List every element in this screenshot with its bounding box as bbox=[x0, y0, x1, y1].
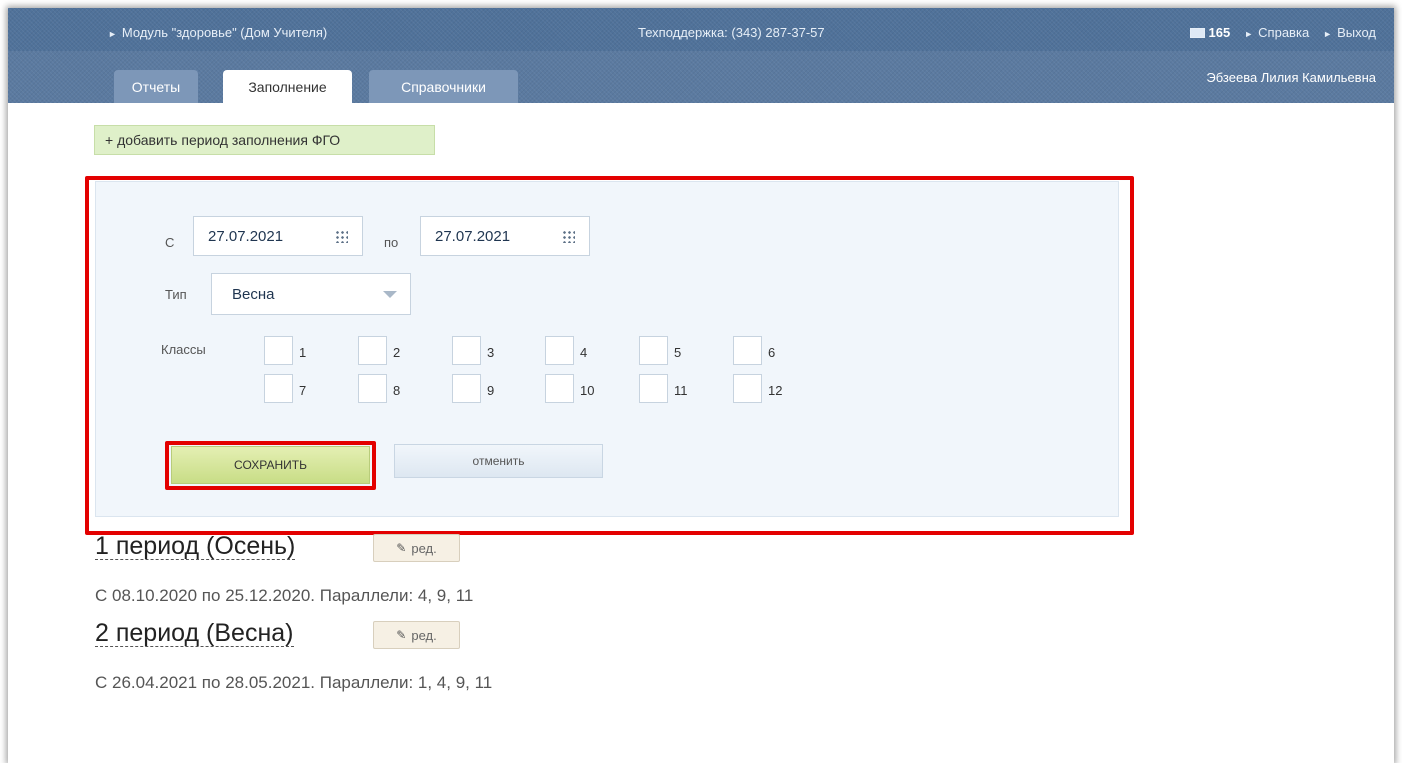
period-description-1: С 08.10.2020 по 25.12.2020. Параллели: 4… bbox=[95, 586, 474, 605]
class-label-3: 3 bbox=[487, 345, 495, 360]
envelope-icon bbox=[1189, 28, 1205, 38]
class-checkbox-7[interactable] bbox=[264, 374, 293, 403]
period-title-2[interactable]: 2 период (Весна) bbox=[95, 620, 294, 647]
messages-link[interactable]: 165 bbox=[1189, 25, 1231, 40]
class-label-9: 9 bbox=[487, 383, 495, 398]
class-checkbox-5[interactable] bbox=[639, 336, 668, 365]
class-label-5: 5 bbox=[674, 345, 682, 360]
class-checkbox-1[interactable] bbox=[264, 336, 293, 365]
pencil-icon: ✎ bbox=[396, 628, 407, 642]
user-name[interactable]: Эбзеева Лилия Камильевна bbox=[1206, 70, 1376, 85]
class-checkbox-10[interactable] bbox=[545, 374, 574, 403]
module-label: Модуль "здоровье" (Дом Учителя) bbox=[121, 25, 328, 40]
class-label-7: 7 bbox=[299, 383, 307, 398]
classes-label: Классы bbox=[161, 342, 206, 357]
class-checkbox-9[interactable] bbox=[452, 374, 481, 403]
class-checkbox-2[interactable] bbox=[358, 336, 387, 365]
calendar-icon[interactable] bbox=[562, 230, 575, 243]
add-period-button[interactable]: + добавить период заполнения ФГО bbox=[94, 125, 435, 155]
from-date-value: 27.07.2021 bbox=[208, 227, 284, 245]
tab-references[interactable]: Справочники bbox=[369, 70, 518, 103]
class-checkbox-8[interactable] bbox=[358, 374, 387, 403]
type-select[interactable]: Весна bbox=[211, 273, 411, 315]
class-label-1: 1 bbox=[299, 345, 307, 360]
class-checkbox-6[interactable] bbox=[733, 336, 762, 365]
logout-link[interactable]: ► Выход bbox=[1323, 25, 1376, 40]
pencil-icon: ✎ bbox=[396, 541, 407, 555]
edit-label: ред. bbox=[411, 627, 437, 643]
calendar-icon[interactable] bbox=[335, 230, 348, 243]
edit-period-button-2[interactable]: ✎ ред. bbox=[373, 621, 460, 649]
help-label: Справка bbox=[1258, 25, 1310, 40]
module-link[interactable]: ► Модуль "здоровье" (Дом Учителя) bbox=[108, 25, 327, 40]
edit-label: ред. bbox=[411, 540, 437, 556]
class-checkbox-11[interactable] bbox=[639, 374, 668, 403]
cancel-button[interactable]: отменить bbox=[394, 444, 603, 478]
type-label: Тип bbox=[165, 287, 187, 302]
type-value: Весна bbox=[232, 285, 275, 303]
app-window: ► Модуль "здоровье" (Дом Учителя) Техподд… bbox=[8, 8, 1394, 763]
class-label-12: 12 bbox=[768, 383, 783, 398]
chevron-down-icon bbox=[383, 291, 397, 298]
save-button[interactable]: СОХРАНИТЬ bbox=[171, 446, 370, 484]
support-phone: Техподдержка: (343) 287-37-57 bbox=[638, 25, 825, 40]
to-date-value: 27.07.2021 bbox=[435, 227, 511, 245]
class-checkbox-4[interactable] bbox=[545, 336, 574, 365]
to-date-input[interactable]: 27.07.2021 bbox=[420, 216, 590, 256]
edit-period-button-1[interactable]: ✎ ред. bbox=[373, 534, 460, 562]
tab-bar bbox=[8, 51, 1394, 103]
triangle-right-icon: ► bbox=[1323, 29, 1333, 39]
help-link[interactable]: ► Справка bbox=[1244, 25, 1309, 40]
from-date-input[interactable]: 27.07.2021 bbox=[193, 216, 363, 256]
triangle-right-icon: ► bbox=[1244, 29, 1254, 39]
class-checkbox-3[interactable] bbox=[452, 336, 481, 365]
tab-filling[interactable]: Заполнение bbox=[223, 70, 352, 103]
logout-label: Выход bbox=[1337, 25, 1376, 40]
top-right-links: 165 ► Справка ► Выход bbox=[1189, 25, 1376, 40]
message-count: 165 bbox=[1208, 25, 1231, 40]
to-label: по bbox=[384, 235, 399, 250]
class-label-4: 4 bbox=[580, 345, 588, 360]
class-checkbox-12[interactable] bbox=[733, 374, 762, 403]
class-label-6: 6 bbox=[768, 345, 776, 360]
period-title-1[interactable]: 1 период (Осень) bbox=[95, 533, 296, 560]
class-label-11: 11 bbox=[674, 383, 688, 398]
triangle-right-icon: ► bbox=[108, 29, 117, 39]
tab-reports[interactable]: Отчеты bbox=[114, 70, 198, 103]
class-label-10: 10 bbox=[580, 383, 595, 398]
class-label-8: 8 bbox=[393, 383, 401, 398]
from-label: С bbox=[165, 235, 175, 250]
period-description-2: С 26.04.2021 по 28.05.2021. Параллели: 1… bbox=[95, 673, 493, 692]
class-label-2: 2 bbox=[393, 345, 401, 360]
